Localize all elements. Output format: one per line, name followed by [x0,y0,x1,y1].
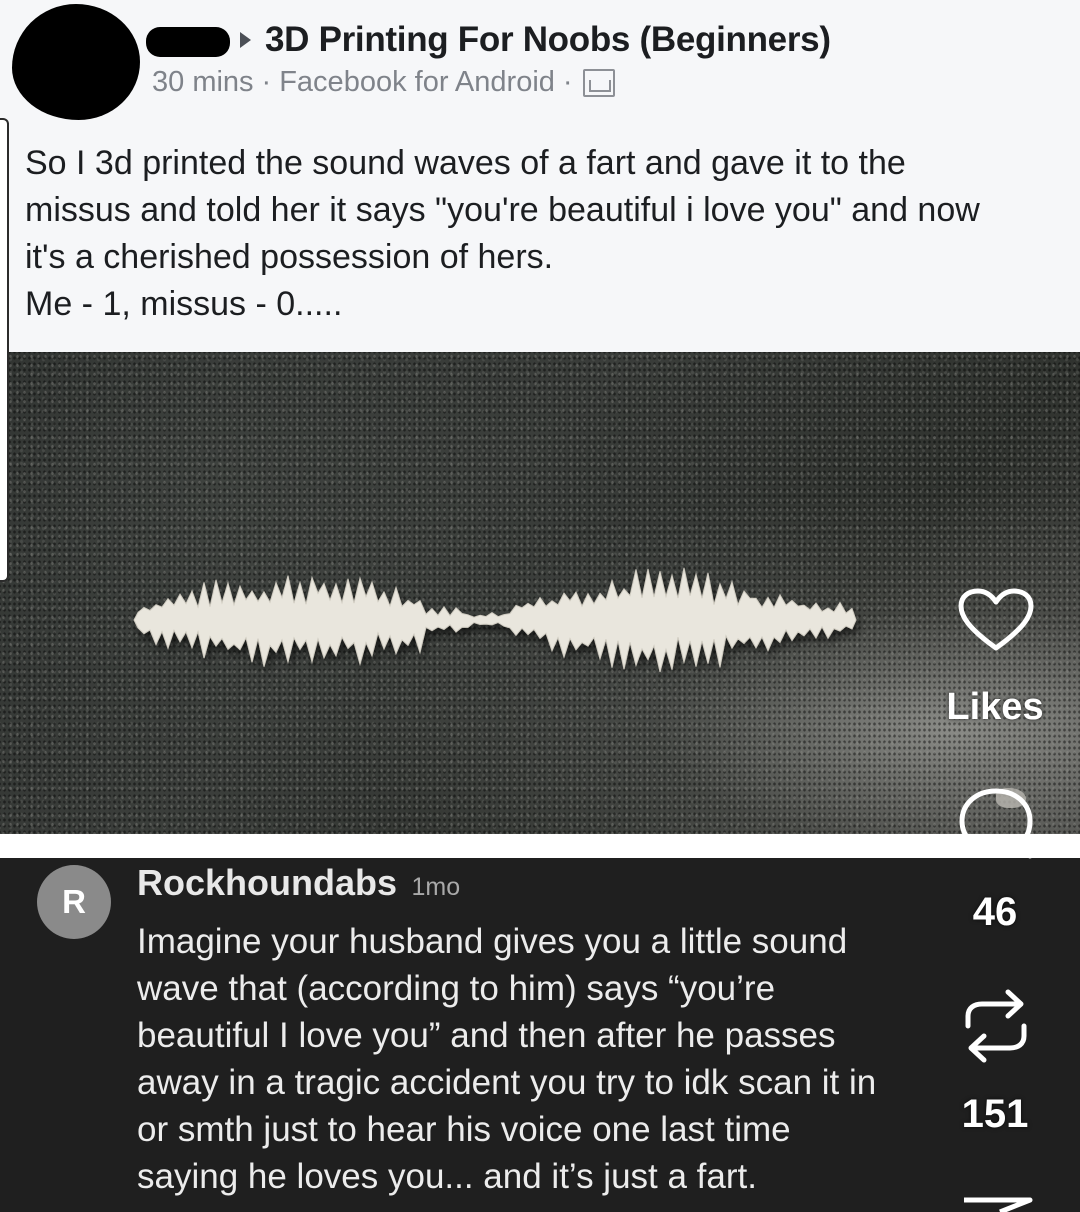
post-header: 3D Printing For Noobs (Beginners) [240,20,831,60]
post-text: So I 3d printed the sound waves of a far… [25,144,980,323]
redacted-avatar[interactable] [12,4,140,120]
sound-wave-print [133,567,857,673]
post-meta: 30 mins · Facebook for Android · [152,66,615,99]
post-time[interactable]: 30 mins [152,66,254,99]
commenter-username[interactable]: Rockhoundabs [137,862,397,903]
meta-separator: · [261,66,272,98]
comment-header: Rockhoundabs 1mo [137,862,460,904]
redacted-author-name[interactable] [146,27,230,57]
likes-label[interactable]: Likes [930,686,1060,729]
scrollbar[interactable] [0,118,9,582]
meta-separator: · [562,66,573,98]
post-photo[interactable] [0,352,1080,834]
comment-time: 1mo [411,873,461,901]
right-arrow-icon [240,32,251,48]
share-icon[interactable] [960,1194,1034,1212]
repost-icon[interactable] [960,986,1032,1066]
facebook-post: 3D Printing For Noobs (Beginners) 30 min… [0,0,1080,352]
reposts-count[interactable]: 151 [930,1092,1060,1137]
comment-text: Imagine your husband gives you a little … [137,922,877,1196]
group-name-link[interactable]: 3D Printing For Noobs (Beginners) [265,20,831,60]
post-source: Facebook for Android [279,66,555,98]
commenter-avatar[interactable]: R [37,865,111,939]
comments-count[interactable]: 46 [930,890,1060,935]
sound-wave-shape [133,567,857,673]
audience-icon[interactable] [582,68,615,97]
comment-icon[interactable] [956,786,1036,862]
heart-icon[interactable] [958,588,1034,654]
